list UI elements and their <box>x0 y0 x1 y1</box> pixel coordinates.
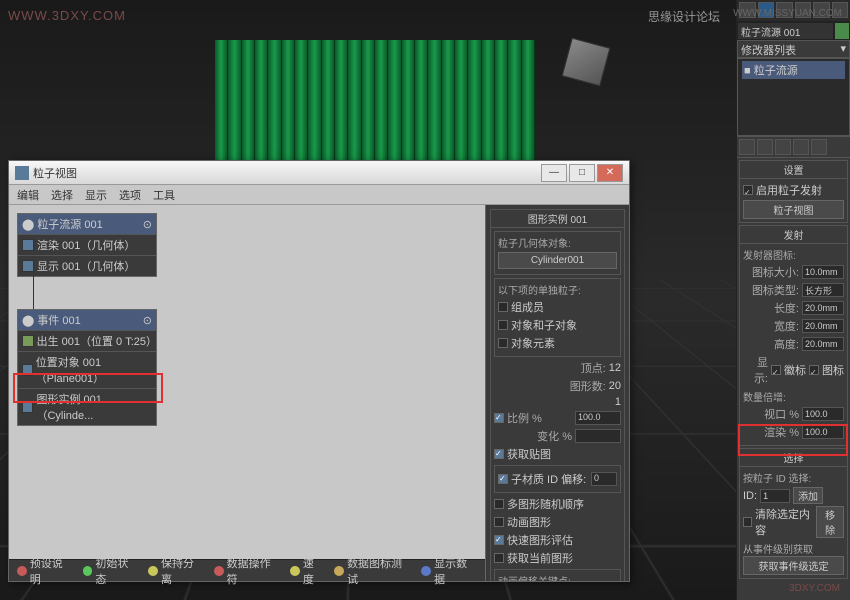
render-icon <box>22 239 34 251</box>
menu-tools[interactable]: 工具 <box>153 187 175 202</box>
configure-icon[interactable] <box>811 139 827 155</box>
command-panel: 粒子流源 001 修改器列表▾ ■ 粒子流源 设置 启用粒子发射 粒子视图 发射… <box>736 0 850 600</box>
submat-spinner[interactable]: 0 <box>591 472 617 486</box>
get-event-sel-button[interactable]: 获取事件级选定 <box>743 556 844 575</box>
add-button[interactable]: 添加 <box>793 487 823 504</box>
acquire-mat-checkbox[interactable] <box>498 474 508 484</box>
pin-stack-icon[interactable] <box>739 139 755 155</box>
pflow-icon <box>15 166 29 180</box>
window-title: 粒子视图 <box>33 165 539 181</box>
node-collapse-icon[interactable]: ⊙ <box>143 314 152 327</box>
event-node[interactable]: ⬤事件 001⊙ 出生 001（位置 0 T:25） 位置对象 001（Plan… <box>17 309 157 426</box>
viewport-pct-spinner[interactable]: 100.0 <box>802 407 844 421</box>
show-logo-checkbox[interactable] <box>771 365 781 375</box>
minimize-button[interactable]: — <box>541 164 567 182</box>
acquire-current-checkbox[interactable] <box>494 553 504 563</box>
rollout-title[interactable]: 发射 <box>740 226 847 244</box>
multi-random-checkbox[interactable] <box>494 499 504 509</box>
menu-display[interactable]: 显示 <box>85 187 107 202</box>
clear-sel-checkbox[interactable] <box>743 517 752 527</box>
selection-rollout: 选择 按粒子 ID 选择: ID:1添加 清除选定内容移除 从事件级别获取 获取… <box>739 448 848 579</box>
menu-options[interactable]: 选项 <box>119 187 141 202</box>
stack-item[interactable]: ■ 粒子流源 <box>742 61 845 79</box>
scale-checkbox[interactable] <box>494 413 504 423</box>
watermark-top-left: WWW.3DXY.COM <box>8 8 126 23</box>
object-name-field[interactable]: 粒子流源 001 <box>737 22 834 40</box>
watermark-bottom-right: 3DXY.COM <box>789 583 840 594</box>
window-titlebar[interactable]: 粒子视图 — □ ✕ <box>9 161 629 185</box>
menu-select[interactable]: 选择 <box>51 187 73 202</box>
render-operator[interactable]: 渲染 001（几何体） <box>18 234 156 255</box>
chevron-down-icon: ▾ <box>840 42 846 56</box>
settings-rollout: 设置 启用粒子发射 粒子视图 <box>739 160 848 223</box>
obj-elements-checkbox[interactable] <box>498 338 508 348</box>
node-wire <box>33 271 34 313</box>
depot-preset[interactable]: 预设说明 <box>17 555 73 587</box>
show-end-icon[interactable] <box>757 139 773 155</box>
viewcube-gizmo[interactable] <box>562 38 611 87</box>
remove-button[interactable]: 移除 <box>816 506 844 538</box>
depot-datatest[interactable]: 数据图标测试 <box>334 555 411 587</box>
length-spinner[interactable]: 20.0mm <box>802 301 844 315</box>
close-button[interactable]: ✕ <box>597 164 623 182</box>
menu-edit[interactable]: 编辑 <box>17 187 39 202</box>
unique-icon[interactable] <box>775 139 791 155</box>
node-collapse-icon[interactable]: ⊙ <box>143 218 152 231</box>
particle-view-window: 粒子视图 — □ ✕ 编辑 选择 显示 选项 工具 ⬤粒子流源 001⊙ 渲染 … <box>8 160 630 582</box>
rollout-title[interactable]: 设置 <box>740 161 847 179</box>
pflow-source-node[interactable]: ⬤粒子流源 001⊙ 渲染 001（几何体） 显示 001（几何体） <box>17 213 157 277</box>
enable-emit-checkbox[interactable] <box>743 185 753 195</box>
icon-type-dropdown[interactable]: 长方形 <box>802 283 844 297</box>
obj-children-checkbox[interactable] <box>498 320 508 330</box>
remove-mod-icon[interactable] <box>793 139 809 155</box>
depot-initial[interactable]: 初始状态 <box>83 555 139 587</box>
maximize-button[interactable]: □ <box>569 164 595 182</box>
depot-toolbar: 预设说明 初始状态 保持分离 数据操作符 速度 数据图标测试 显示数据 <box>9 559 485 581</box>
node-header[interactable]: ⬤事件 001⊙ <box>18 310 156 330</box>
object-color-swatch[interactable] <box>834 22 850 40</box>
emission-rollout: 发射 发射器图标: 图标大小:10.0mm 图标类型:长方形 长度:20.0mm… <box>739 225 848 446</box>
birth-icon <box>22 335 34 347</box>
acquire-map-checkbox[interactable] <box>494 449 504 459</box>
pv-parameters-panel: 图形实例 001 粒子几何体对象: Cylinder001 以下项的单独粒子: … <box>485 205 629 581</box>
modifier-list-dropdown[interactable]: 修改器列表▾ <box>737 40 850 58</box>
particle-id-spinner[interactable]: 1 <box>760 489 790 503</box>
depot-displaydata[interactable]: 显示数据 <box>421 555 477 587</box>
scale-spinner[interactable]: 100.0 <box>575 411 621 425</box>
watermark-top-right: 思缘设计论坛 <box>648 8 720 25</box>
pv-schematic-canvas[interactable]: ⬤粒子流源 001⊙ 渲染 001（几何体） 显示 001（几何体） ⬤事件 0… <box>9 205 485 581</box>
height-spinner[interactable]: 20.0mm <box>802 337 844 351</box>
icon-size-spinner[interactable]: 10.0mm <box>802 265 844 279</box>
lightbulb-icon: ⬤ <box>22 314 34 327</box>
depot-speed[interactable]: 速度 <box>290 555 324 587</box>
birth-operator[interactable]: 出生 001（位置 0 T:25） <box>18 330 156 351</box>
group-members-checkbox[interactable] <box>498 302 508 312</box>
display-operator[interactable]: 显示 001（几何体） <box>18 255 156 276</box>
lightbulb-icon: ⬤ <box>22 218 34 231</box>
depot-dataop[interactable]: 数据操作符 <box>214 555 280 587</box>
annotation-highlight <box>738 424 848 456</box>
annotation-highlight <box>13 373 163 403</box>
pick-geom-button[interactable]: Cylinder001 <box>498 252 617 269</box>
variation-spinner[interactable] <box>575 429 621 443</box>
show-icon-checkbox[interactable] <box>809 365 819 375</box>
menubar: 编辑 选择 显示 选项 工具 <box>9 185 629 205</box>
fast-eval-checkbox[interactable] <box>494 535 504 545</box>
width-spinner[interactable]: 20.0mm <box>802 319 844 333</box>
depot-keep[interactable]: 保持分离 <box>148 555 204 587</box>
particle-view-button[interactable]: 粒子视图 <box>743 200 844 219</box>
rollout-title[interactable]: 图形实例 001 <box>491 210 624 228</box>
node-header[interactable]: ⬤粒子流源 001⊙ <box>18 214 156 234</box>
stack-toolbar <box>737 136 850 158</box>
shape-instance-rollout: 图形实例 001 粒子几何体对象: Cylinder001 以下项的单独粒子: … <box>490 209 625 581</box>
anim-shape-checkbox[interactable] <box>494 517 504 527</box>
modifier-stack[interactable]: ■ 粒子流源 <box>737 58 850 136</box>
watermark-url: WWW.MISSYUAN.COM <box>733 8 842 19</box>
